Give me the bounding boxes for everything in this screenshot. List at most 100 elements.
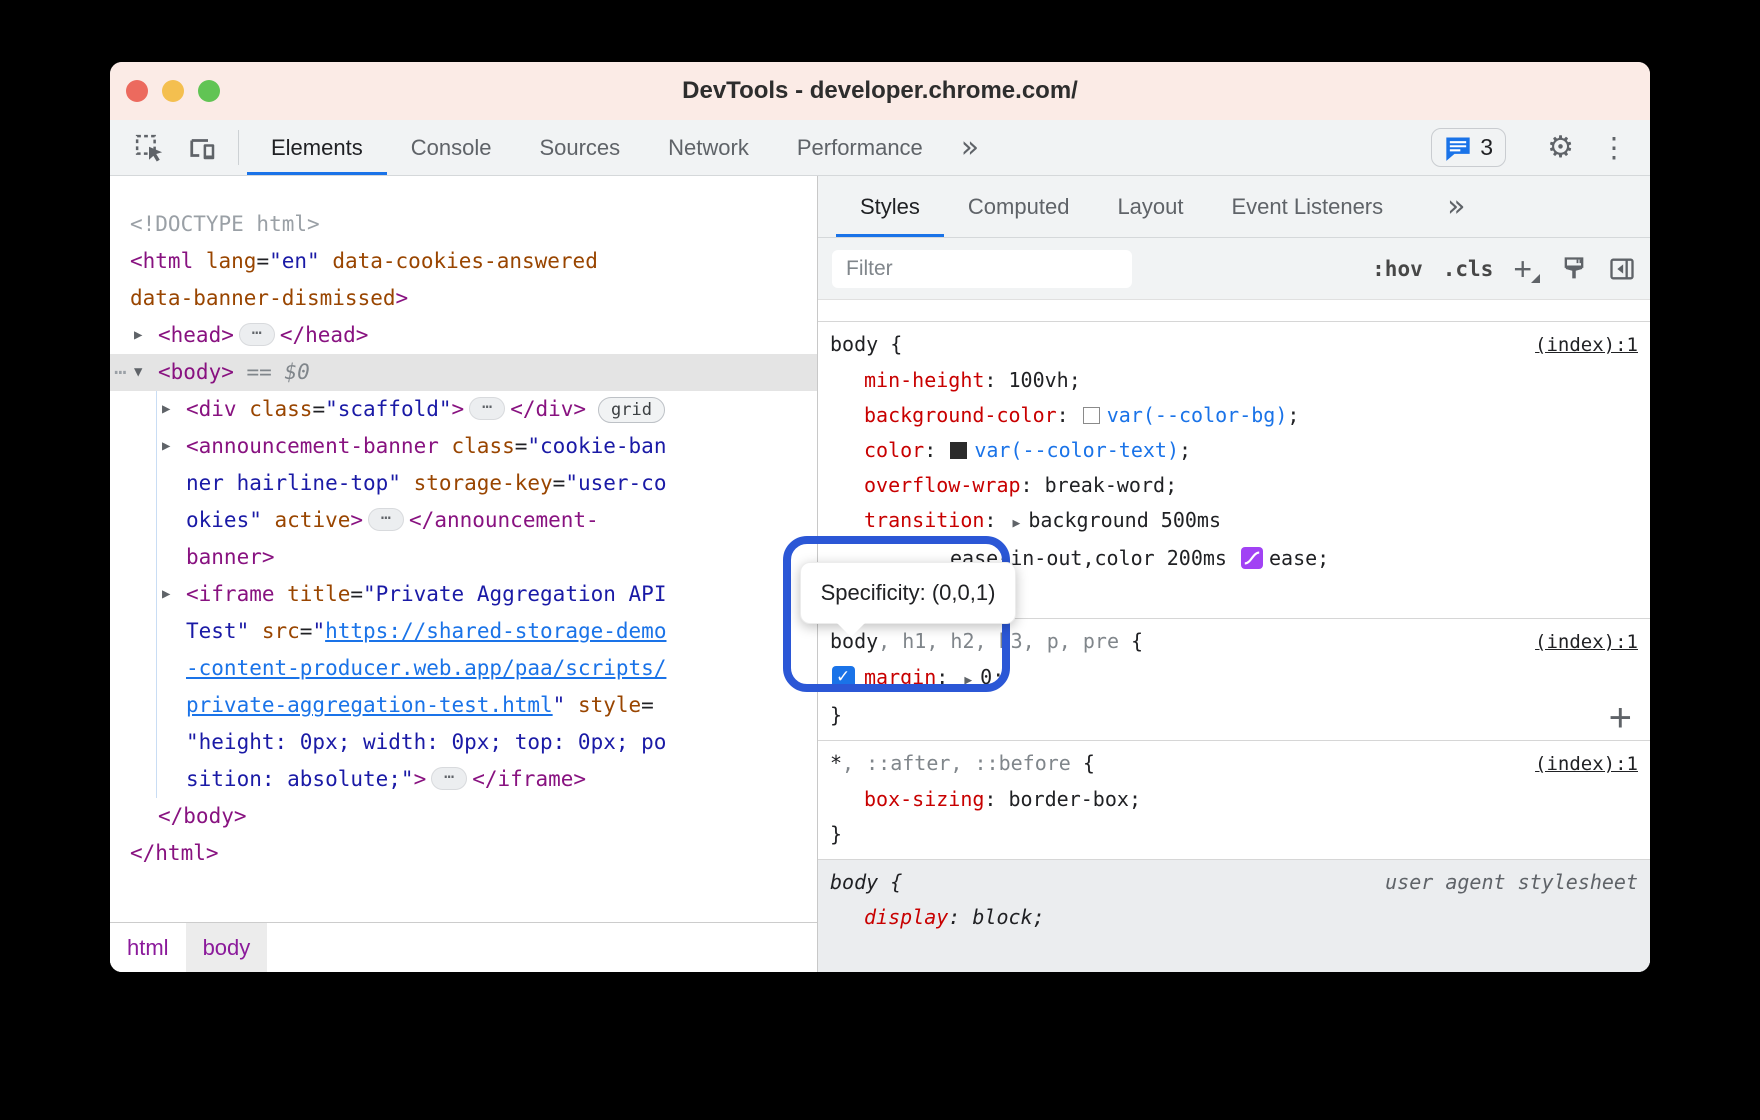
dom-tree-line[interactable]: ner hairline-top" storage-key="user-co — [110, 465, 817, 502]
property-name[interactable]: box-sizing — [864, 787, 984, 811]
dom-tree-line[interactable]: ▶<head>⋯</head> — [110, 317, 817, 354]
property-name[interactable]: transition — [864, 508, 984, 532]
rule-selector[interactable]: body, h1, h2, h3, p, pre { — [830, 624, 1535, 659]
property-name[interactable]: min-height — [864, 368, 984, 392]
filter-input[interactable] — [832, 250, 1132, 288]
more-actions-icon[interactable]: ⋯ — [114, 354, 128, 391]
ellipsis-expand-icon[interactable]: ⋯ — [431, 767, 467, 790]
collapse-arrow-icon[interactable]: ▼ — [134, 354, 142, 391]
rule-selector[interactable]: body { — [830, 865, 1385, 900]
dom-tree-line[interactable]: data-banner-dismissed> — [110, 280, 817, 317]
more-sidebar-tabs-icon[interactable]: » — [1433, 176, 1479, 237]
dom-tree-line[interactable]: </body> — [110, 798, 817, 835]
expand-arrow-icon[interactable]: ▶ — [1013, 506, 1021, 541]
dom-tree-line[interactable]: -content-producer.web.app/paa/scripts/ — [110, 650, 817, 687]
expand-arrow-icon[interactable]: ▶ — [162, 391, 170, 428]
stylesheet-source-link[interactable]: (index):1 — [1535, 625, 1638, 660]
window-title: DevTools - developer.chrome.com/ — [682, 77, 1078, 105]
property-name[interactable]: display — [864, 905, 948, 929]
tab-elements[interactable]: Elements — [247, 120, 387, 175]
closing-brace: } — [830, 817, 1638, 852]
dom-tree-line[interactable]: ▶<iframe title="Private Aggregation API — [110, 576, 817, 613]
dom-tree-line[interactable]: "height: 0px; width: 0px; top: 0px; po — [110, 724, 817, 761]
css-property[interactable]: min-height: 100vh; — [830, 363, 1638, 398]
dom-tree-line[interactable]: Test" src="https://shared-storage-demo — [110, 613, 817, 650]
expand-arrow-icon[interactable]: ▶ — [134, 317, 142, 354]
sidebar-tab-styles[interactable]: Styles — [836, 176, 944, 237]
more-panels-icon[interactable]: » — [947, 120, 993, 175]
css-property[interactable]: overflow-wrap: break-word; — [830, 468, 1638, 503]
titlebar: DevTools - developer.chrome.com/ — [110, 62, 1650, 120]
toggle-sidebar-icon[interactable] — [1608, 255, 1636, 283]
dom-tree-line[interactable]: private-aggregation-test.html" style= — [110, 687, 817, 724]
ellipsis-expand-icon[interactable]: ⋯ — [469, 397, 505, 420]
main-tab-strip: ElementsConsoleSourcesNetworkPerformance — [247, 120, 947, 175]
stylesheet-source-link[interactable]: (index):1 — [1535, 328, 1638, 363]
breadcrumb-item-html[interactable]: html — [110, 923, 186, 972]
css-property[interactable]: transition: ▶background 500ms — [830, 503, 1638, 541]
new-style-rule-button[interactable]: + — [1513, 254, 1540, 284]
zoom-button[interactable] — [198, 80, 220, 102]
property-name[interactable]: overflow-wrap — [864, 473, 1021, 497]
specificity-tooltip-text: Specificity: (0,0,1) — [821, 580, 996, 606]
sidebar-tab-event-listeners[interactable]: Event Listeners — [1208, 176, 1408, 237]
sidebar-tab-computed[interactable]: Computed — [944, 176, 1094, 237]
inspect-element-icon[interactable] — [122, 120, 176, 175]
dom-tree-line[interactable]: <html lang="en" data-cookies-answered — [110, 243, 817, 280]
messages-badge[interactable]: 3 — [1431, 128, 1506, 167]
dom-tree-line[interactable]: ▶<announcement-banner class="cookie-ban — [110, 428, 817, 465]
rule-selector[interactable]: body { — [830, 327, 1535, 362]
cubic-bezier-icon[interactable] — [1241, 547, 1263, 569]
closing-brace: } — [830, 698, 1638, 733]
element-classes-button[interactable]: .cls — [1443, 257, 1494, 281]
dom-tree-line[interactable]: ▶<div class="scaffold">⋯</div>grid — [110, 391, 817, 428]
dom-tree-line[interactable]: </html> — [110, 835, 817, 872]
css-property[interactable]: color: var(--color-text); — [830, 433, 1638, 468]
dom-tree-line[interactable]: ⋯▼<body> == $0 — [110, 354, 817, 391]
tab-network[interactable]: Network — [644, 120, 773, 175]
stylesheet-source-link[interactable]: (index):1 — [1535, 747, 1638, 782]
expand-arrow-icon[interactable]: ▶ — [964, 663, 972, 698]
css-property[interactable]: display: block; — [830, 900, 1638, 935]
close-button[interactable] — [126, 80, 148, 102]
tab-performance[interactable]: Performance — [773, 120, 947, 175]
kebab-menu-icon[interactable]: ⋮ — [1592, 131, 1636, 164]
dom-tree-line[interactable]: <!DOCTYPE html> — [110, 206, 817, 243]
chat-bubble-icon — [1444, 135, 1472, 161]
expand-arrow-icon[interactable]: ▶ — [162, 576, 170, 613]
message-count: 3 — [1480, 134, 1493, 161]
dom-tree: <!DOCTYPE html><html lang="en" data-cook… — [110, 176, 817, 872]
css-property[interactable]: background-color: var(--color-bg); — [830, 398, 1638, 433]
css-property[interactable]: box-sizing: border-box; — [830, 782, 1638, 817]
toolbar-right-group: 3 ⚙ ⋮ — [1431, 120, 1636, 175]
resource-link[interactable]: private-aggregation-test.html — [186, 693, 553, 717]
property-name[interactable]: background-color — [864, 403, 1057, 427]
ellipsis-expand-icon[interactable]: ⋯ — [368, 508, 404, 531]
stylesheet-source-link: user agent stylesheet — [1385, 865, 1638, 900]
resource-link[interactable]: https://shared-storage-demo — [325, 619, 666, 643]
css-rule: body, h1, h2, h3, p, pre {(index):1margi… — [818, 619, 1650, 741]
property-checkbox[interactable] — [832, 666, 855, 689]
tab-console[interactable]: Console — [387, 120, 516, 175]
toggle-element-state-button[interactable]: :hov — [1372, 257, 1423, 281]
resource-link[interactable]: -content-producer.web.app/paa/scripts/ — [186, 656, 666, 680]
property-name[interactable]: color — [864, 438, 924, 462]
sidebar-tab-layout[interactable]: Layout — [1093, 176, 1207, 237]
rule-selector[interactable]: *, ::after, ::before { — [830, 746, 1535, 781]
grid-badge[interactable]: grid — [598, 397, 665, 423]
css-property[interactable]: margin: ▶0; — [830, 660, 1638, 698]
ellipsis-expand-icon[interactable]: ⋯ — [239, 323, 275, 346]
dom-tree-line[interactable]: sition: absolute;">⋯</iframe> — [110, 761, 817, 798]
paint-brush-icon[interactable] — [1560, 255, 1588, 283]
device-toolbar-icon[interactable] — [176, 120, 230, 175]
settings-gear-icon[interactable]: ⚙ — [1535, 130, 1586, 165]
expand-arrow-icon[interactable]: ▶ — [162, 428, 170, 465]
elements-tree-panel: <!DOCTYPE html><html lang="en" data-cook… — [110, 176, 818, 972]
insert-style-rule-button[interactable]: + — [1609, 698, 1632, 738]
minimize-button[interactable] — [162, 80, 184, 102]
dom-tree-line[interactable]: okies" active>⋯</announcement- — [110, 502, 817, 539]
breadcrumb-item-body[interactable]: body — [186, 923, 268, 972]
dom-tree-line[interactable]: banner> — [110, 539, 817, 576]
tab-sources[interactable]: Sources — [515, 120, 644, 175]
property-name[interactable]: margin — [864, 665, 936, 689]
